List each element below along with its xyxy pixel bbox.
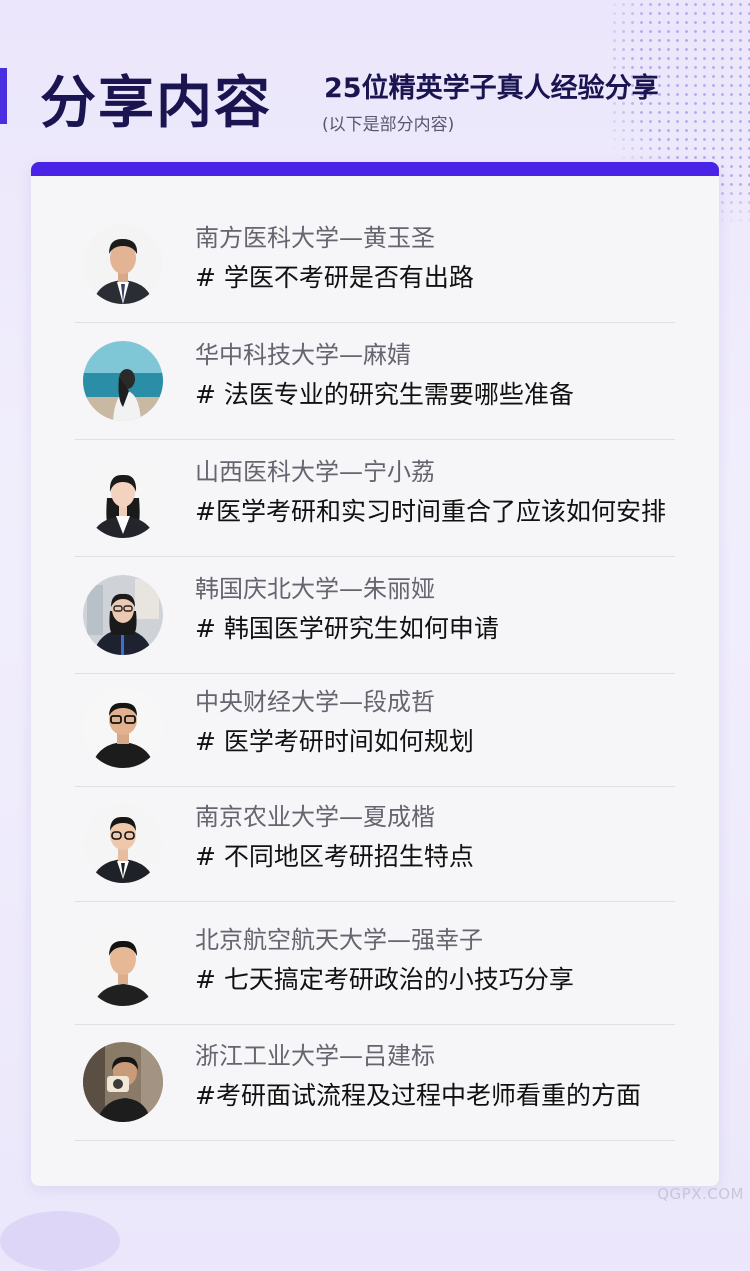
avatar [83, 575, 163, 655]
student-name: 浙江工业大学—吕建标 [195, 1042, 435, 1070]
share-topic: # 学医不考研是否有出路 [195, 263, 474, 292]
list-item[interactable]: 华中科技大学—麻婧 # 法医专业的研究生需要哪些准备 [75, 323, 675, 440]
card-top-bar [31, 162, 719, 176]
list-item[interactable]: 南方医科大学—黄玉圣 # 学医不考研是否有出路 [75, 206, 675, 323]
share-topic: #医学考研和实习时间重合了应该如何安排 [195, 497, 666, 526]
page-title: 分享内容 [40, 71, 272, 136]
list-item[interactable]: 山西医科大学—宁小荔 #医学考研和实习时间重合了应该如何安排 [75, 440, 675, 557]
subline: (以下是部分内容) [322, 115, 455, 135]
list-item[interactable]: 南京农业大学—夏成楷 # 不同地区考研招生特点 [75, 785, 675, 902]
share-topic: # 七天搞定考研政治的小技巧分享 [195, 965, 574, 994]
avatar [83, 1042, 163, 1122]
student-name: 北京航空航天大学—强幸子 [195, 926, 483, 954]
student-name: 南方医科大学—黄玉圣 [195, 224, 435, 252]
avatar [83, 926, 163, 1006]
share-card: 南方医科大学—黄玉圣 # 学医不考研是否有出路 华中科技大学—麻婧 # 法医专业… [31, 162, 719, 1186]
avatar [83, 224, 163, 304]
avatar [83, 688, 163, 768]
student-name: 中央财经大学—段成哲 [195, 688, 435, 716]
avatar [83, 803, 163, 883]
watermark: QGPX.COM [657, 1185, 744, 1203]
list-item[interactable]: 中央财经大学—段成哲 # 医学考研时间如何规划 [75, 670, 675, 787]
student-name: 韩国庆北大学—朱丽娅 [195, 575, 435, 603]
share-topic: #考研面试流程及过程中老师看重的方面 [195, 1081, 641, 1110]
avatar [83, 341, 163, 421]
title-accent-bar [0, 68, 7, 124]
student-name: 华中科技大学—麻婧 [195, 341, 411, 369]
student-name: 山西医科大学—宁小荔 [195, 458, 435, 486]
headline: 25位精英学子真人经验分享 [324, 73, 659, 104]
share-topic: # 医学考研时间如何规划 [195, 727, 474, 756]
list-item[interactable]: 浙江工业大学—吕建标 #考研面试流程及过程中老师看重的方面 [75, 1024, 675, 1141]
list-item[interactable]: 韩国庆北大学—朱丽娅 # 韩国医学研究生如何申请 [75, 557, 675, 674]
corner-decoration [0, 1211, 120, 1271]
list-item[interactable]: 北京航空航天大学—强幸子 # 七天搞定考研政治的小技巧分享 [75, 908, 675, 1025]
avatar [83, 458, 163, 538]
share-topic: # 法医专业的研究生需要哪些准备 [195, 380, 574, 409]
student-name: 南京农业大学—夏成楷 [195, 803, 435, 831]
share-topic: # 不同地区考研招生特点 [195, 842, 474, 871]
share-topic: # 韩国医学研究生如何申请 [195, 614, 499, 643]
